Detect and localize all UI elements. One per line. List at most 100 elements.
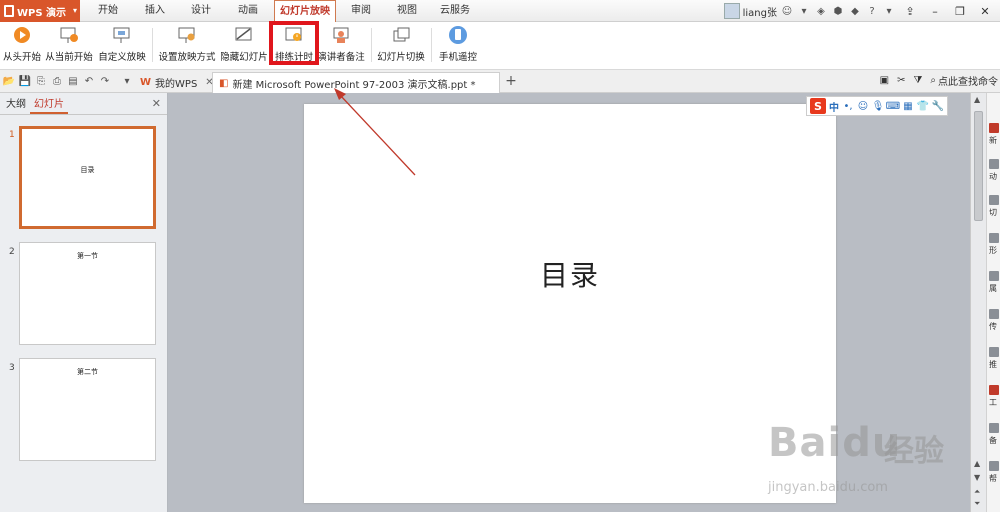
scroll-thumb[interactable]: [974, 111, 983, 221]
close-icon[interactable]: ✕: [152, 97, 161, 110]
custom-show-button[interactable]: 自定义放映: [98, 25, 146, 67]
chevron-down-icon[interactable]: ▾: [882, 4, 896, 18]
watermark-brand: Baidu: [768, 420, 902, 466]
tab-document[interactable]: ◧ 新建 Microsoft PowerPoint 97-2003 演示文稿.p…: [212, 72, 500, 93]
chevron-down-icon[interactable]: ▾: [797, 4, 811, 18]
sidebar-item-help[interactable]: 帮: [989, 461, 1000, 484]
menu-bar: WPS 演示 ▾ 开始 插入 设计 动画 幻灯片放映 审阅 视图 云服务 lia…: [0, 0, 1000, 22]
sidebar-item-transfer[interactable]: 传: [989, 309, 1000, 332]
ime-mode[interactable]: 中: [829, 99, 839, 114]
command-search[interactable]: ⌕ 点此查找命令: [930, 73, 998, 88]
page-up-icon[interactable]: ⏶: [974, 487, 980, 497]
tab-insert[interactable]: 插入: [137, 0, 173, 22]
keyboard-icon[interactable]: ⌨: [886, 100, 900, 112]
vertical-scrollbar[interactable]: ▲ ▲ ▼ ⏶ ⏷: [970, 93, 986, 512]
wrench-icon[interactable]: 🔧: [932, 100, 944, 112]
sogou-logo-icon[interactable]: S: [810, 98, 826, 114]
shield-icon[interactable]: ◆: [848, 4, 862, 18]
transition-icon: [391, 25, 411, 45]
tab-slideshow[interactable]: 幻灯片放映: [274, 0, 336, 22]
tab-home[interactable]: 开始: [90, 0, 126, 22]
avatar[interactable]: [723, 3, 740, 19]
slide-thumbnail-1[interactable]: 目录: [19, 126, 156, 229]
scroll-down-icon[interactable]: ▼: [974, 473, 980, 482]
sidebar-item-shape[interactable]: 形: [989, 233, 1000, 256]
scroll-up-icon[interactable]: ▲: [974, 459, 980, 468]
tools-icon[interactable]: ✂: [897, 75, 905, 86]
app-name: WPS 演示: [17, 7, 67, 19]
filter-icon[interactable]: ⧩: [913, 75, 922, 86]
help-icon[interactable]: ?: [865, 4, 879, 18]
app-menu-button[interactable]: WPS 演示 ▾: [0, 0, 80, 22]
sidebar-item-tools[interactable]: 工: [989, 385, 1000, 408]
export-icon[interactable]: ⎘: [34, 74, 48, 88]
hide-slide-button[interactable]: 隐藏幻灯片: [220, 25, 268, 67]
tab-my-wps[interactable]: W 我的WPS ✕: [134, 72, 220, 93]
hex-icon[interactable]: ⬢: [831, 4, 845, 18]
tab-animation[interactable]: 动画: [230, 0, 266, 22]
grid-icon[interactable]: ▦: [902, 100, 914, 112]
watermark-url: jingyan.baidu.com: [768, 480, 888, 495]
upload-icon[interactable]: ⇪: [899, 2, 921, 20]
redo-icon[interactable]: ↷: [98, 74, 112, 88]
setup-show-button[interactable]: 设置放映方式: [158, 25, 216, 67]
animation-icon: [989, 159, 999, 169]
sidebar-item-animation[interactable]: 动: [989, 159, 1000, 182]
tab-bar: 📂 💾 ⎘ ⎙ ▤ ↶ ↷ ▾ W 我的WPS ✕ ◧ 新建 Microsoft…: [0, 70, 1000, 93]
save-icon[interactable]: 💾: [18, 74, 32, 88]
slide-thumbnail-2[interactable]: 第一节: [19, 242, 156, 345]
hide-slide-icon: [234, 25, 254, 45]
tab-design[interactable]: 设计: [183, 0, 219, 22]
speaker-icon: [331, 25, 351, 45]
close-button[interactable]: ✕: [974, 2, 996, 20]
projector-play-icon: [59, 25, 79, 45]
wps-logo-icon: [4, 5, 14, 17]
slide-canvas[interactable]: 目录: [304, 104, 836, 503]
page-down-icon[interactable]: ⏷: [974, 499, 980, 509]
watermark-cn: 经验: [884, 434, 944, 469]
sidebar-item-new[interactable]: 新: [989, 123, 1000, 146]
new-tab-icon[interactable]: +: [504, 73, 518, 89]
comment-icon[interactable]: ▣: [880, 75, 889, 86]
ribbon-separator: [371, 28, 372, 62]
phone-remote-button[interactable]: 手机遥控: [437, 25, 479, 67]
scroll-up-icon[interactable]: ▲: [974, 95, 980, 104]
baidu-jingyan-watermark: Baidu 经验 jingyan.baidu.com: [760, 406, 960, 510]
minimize-button[interactable]: –: [924, 2, 946, 20]
punctuation-icon[interactable]: •,: [842, 100, 854, 112]
speaker-notes-button[interactable]: 演讲者备注: [317, 25, 365, 67]
slide-thumbnail-3[interactable]: 第二节: [19, 358, 156, 461]
slide-title[interactable]: 目录: [304, 254, 836, 294]
chevron-down-icon[interactable]: ▾: [120, 74, 134, 88]
from-beginning-button[interactable]: 从头开始: [2, 25, 42, 67]
username[interactable]: liang张: [743, 4, 777, 19]
preview-icon[interactable]: ▤: [66, 74, 80, 88]
help-icon: [989, 461, 999, 471]
slide-number: 1: [9, 130, 15, 140]
smile-icon[interactable]: ☺: [857, 100, 869, 112]
tab-outline[interactable]: 大纲: [2, 96, 30, 114]
microphone-icon[interactable]: 🎙: [872, 100, 885, 112]
sidebar-item-backup[interactable]: 备: [989, 423, 1000, 446]
tab-review[interactable]: 审阅: [343, 0, 379, 22]
from-current-button[interactable]: 从当前开始: [44, 25, 94, 67]
slide-transition-button[interactable]: 幻灯片切换: [377, 25, 425, 67]
skin-icon[interactable]: ◈: [814, 4, 828, 18]
print-icon[interactable]: ⎙: [50, 74, 64, 88]
smile-icon[interactable]: ☺: [780, 4, 794, 18]
sidebar-item-recommend[interactable]: 推: [989, 347, 1000, 370]
open-folder-icon[interactable]: 📂: [2, 74, 16, 88]
ppt-file-icon: ◧: [219, 77, 229, 89]
panel-tabs: 大纲 幻灯片 ✕: [0, 93, 167, 115]
shape-icon: [989, 233, 999, 243]
restore-button[interactable]: ❐: [949, 2, 971, 20]
tab-view[interactable]: 视图: [389, 0, 425, 22]
sidebar-item-transition[interactable]: 切: [989, 195, 1000, 218]
tab-cloud[interactable]: 云服务: [433, 0, 477, 22]
ribbon: 从头开始 从当前开始 自定义放映 设置放映方式 隐藏幻灯片 排练计时 演讲者备注…: [0, 22, 1000, 70]
tabbar-right-tools: ▣ ✂ ⧩ ⌕ 点此查找命令: [880, 73, 1000, 88]
shirt-icon[interactable]: 👕: [917, 100, 929, 112]
undo-icon[interactable]: ↶: [82, 74, 96, 88]
sidebar-item-properties[interactable]: 属: [989, 271, 1000, 294]
tab-slides[interactable]: 幻灯片: [30, 96, 68, 114]
